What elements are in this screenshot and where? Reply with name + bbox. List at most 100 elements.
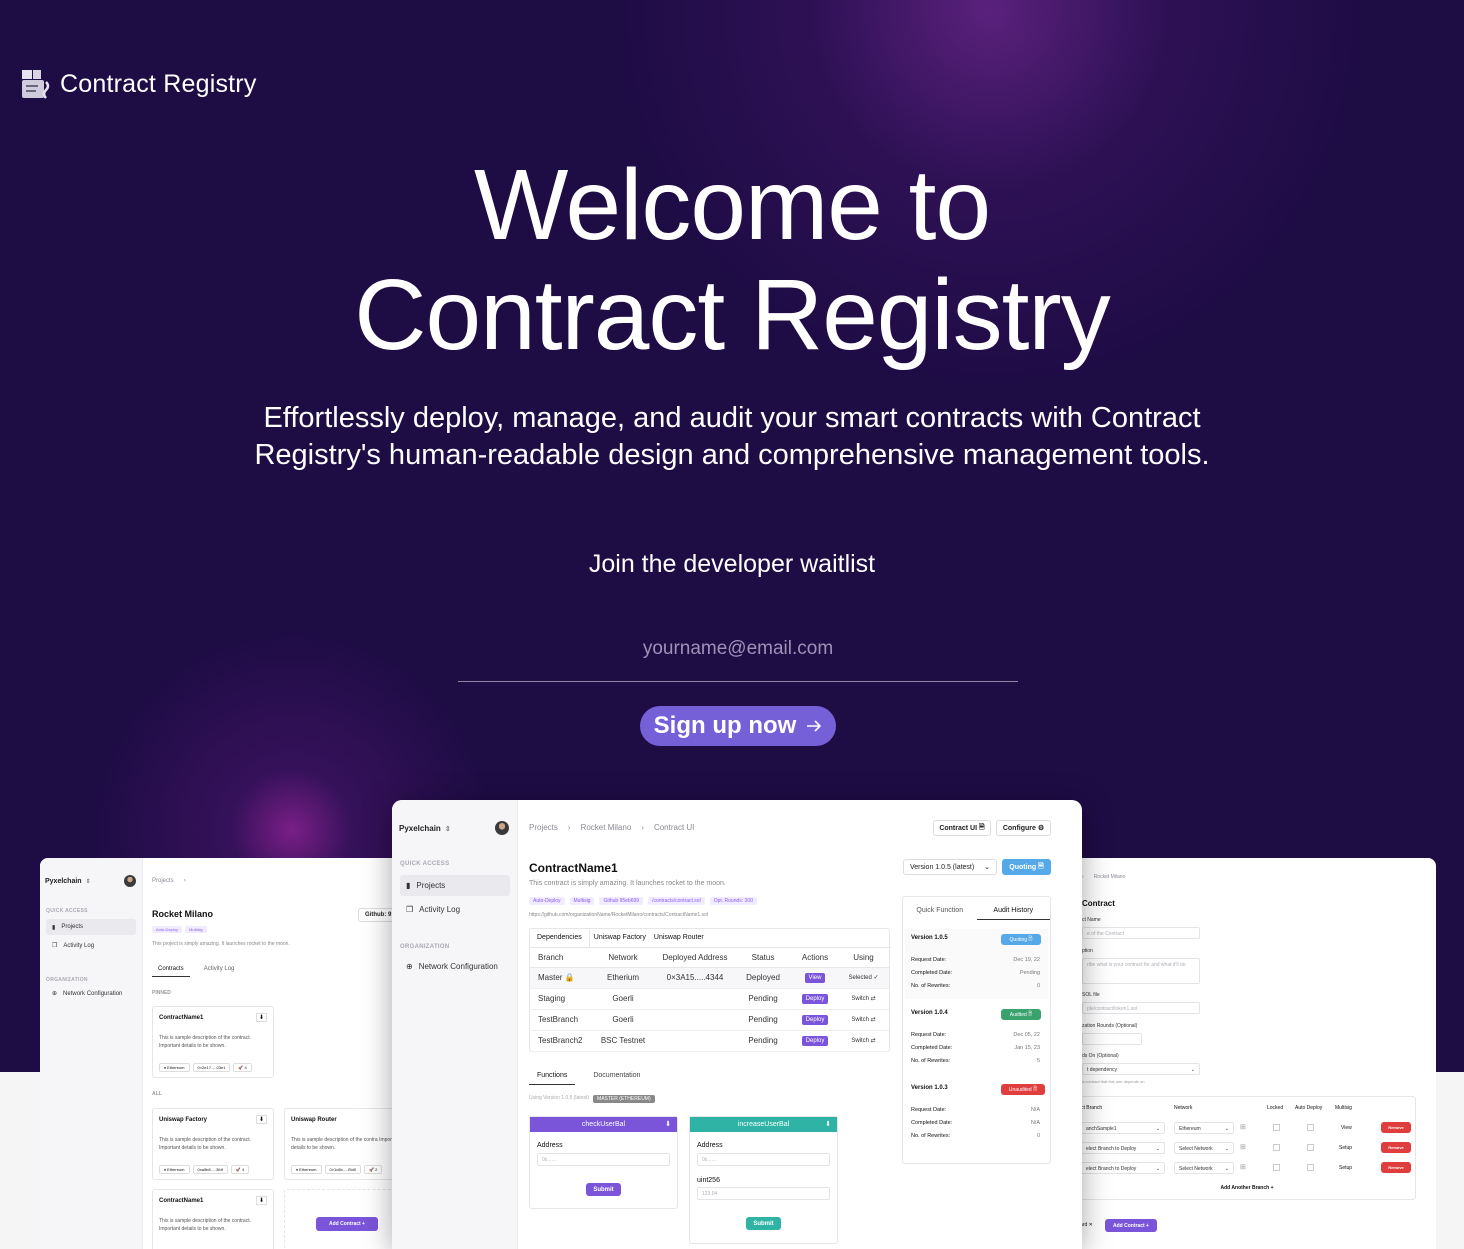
avatar[interactable] [124,875,136,887]
auto-deploy-checkbox[interactable] [1307,1124,1314,1131]
locked-checkbox[interactable] [1273,1164,1280,1171]
table-row[interactable]: TestBranch2 BSC Testnet Pending Deploy S… [530,1030,889,1052]
breadcrumb-project[interactable]: Rocket Milano [581,823,632,832]
view-link[interactable]: View [1341,1125,1352,1131]
brand[interactable]: Contract Registry [20,68,257,100]
quick-access-heading: QUICK ACCESS [46,908,88,914]
repo-url[interactable]: https://github.com/organizationName/Rock… [529,912,708,918]
name-label: ct Name [1082,917,1101,923]
breadcrumb-projects[interactable]: Projects [152,878,174,884]
breadcrumb-projects[interactable]: Projects [529,823,558,832]
switch-link[interactable]: Switch ⇄ [838,1030,889,1052]
col-status: Status [734,949,792,968]
contract-card[interactable]: Uniswap Router This is sample descriptio… [284,1108,400,1180]
branch-select[interactable]: elect Branch to Deploy ⌄ [1081,1142,1165,1154]
table-row[interactable]: Staging Goerli Pending Deploy Switch ⇄ [530,988,889,1010]
tab-contracts[interactable]: Contracts [152,966,190,977]
sidebar-item-projects[interactable]: ▮ Projects [400,875,510,896]
version-entry[interactable]: Version 1.0.3 Unaudited 🗎 Request Date: … [905,1079,1048,1149]
branch-select[interactable]: elect Branch to Deploy ⌄ [1081,1162,1165,1174]
contract-card[interactable]: ContractName1 ⬇ This is sample descripti… [152,1006,274,1078]
depends-label: ds On (Optional) [1082,1053,1119,1059]
name-input[interactable]: e of the Contract [1082,927,1200,939]
view-button[interactable]: View [804,973,826,983]
remove-button[interactable]: Remove [1381,1122,1411,1133]
depends-select[interactable]: t dependency ⌄ [1082,1063,1200,1075]
submit-button[interactable]: Submit [586,1183,621,1196]
org-switcher[interactable]: Pyxelchain ⇕ [45,878,91,885]
add-branch-button[interactable]: Add Another Branch + [1079,1185,1415,1191]
tab-dependencies[interactable]: Dependencies [530,929,590,947]
chevron-right-icon: › [567,823,571,832]
deploy-button[interactable]: Deploy [801,1015,829,1025]
contract-ui-button[interactable]: Contract UI 🗎 [933,820,991,836]
locked-checkbox[interactable] [1273,1144,1280,1151]
sidebar-item-network-configuration[interactable]: ⊕ Network Configuration [46,990,122,998]
tab-quick-function[interactable]: Quick Function [903,907,977,920]
tab-activity-log[interactable]: Activity Log [204,966,235,977]
uint-input[interactable]: 123.04 [697,1187,830,1200]
version-select[interactable]: Version 1.0.5 (latest) ⌄ [903,859,997,875]
network-select[interactable]: Ethereum ⌄ [1174,1122,1234,1134]
pin-icon[interactable]: ⬇ [255,1013,267,1022]
audit-history-panel: Quick Function Audit History Version 1.0… [902,896,1051,1164]
quoting-button[interactable]: Quoting 🗎 [1002,859,1051,875]
pin-icon[interactable]: ⬇ [255,1115,267,1124]
org-name: Pyxelchain [399,824,441,833]
add-contract-card: Add Contract + [284,1189,400,1249]
breadcrumb-project[interactable]: Rocket Milano [1094,874,1126,880]
auto-deploy-checkbox[interactable] [1307,1164,1314,1171]
switch-link[interactable]: Switch ⇄ [838,988,889,1010]
table-row[interactable]: Master 🔒 Etherium 0×3A15.....4344 Deploy… [530,967,889,989]
deploy-button[interactable]: Deploy [801,994,829,1004]
address-label: Address [537,1142,563,1149]
submit-button[interactable]: Submit [746,1217,781,1230]
sidebar-item-activity-log[interactable]: ❐ Activity Log [400,905,460,914]
tab-uniswap-factory[interactable]: Uniswap Factory [590,929,650,947]
tab-functions[interactable]: Functions [529,1072,576,1085]
sidebar-item-network-configuration[interactable]: ⊕ Network Configuration [400,962,498,971]
description-input[interactable]: ribe what is your contract for and what … [1082,958,1200,984]
org-switcher[interactable]: Pyxelchain ⇕ [399,824,451,833]
setup-link[interactable]: Setup [1339,1145,1352,1151]
add-contract-button[interactable]: Add Contract + [1105,1219,1157,1232]
github-link[interactable]: Github 95eb699 [599,897,644,905]
network-select[interactable]: Select Network ⌄ [1174,1162,1234,1174]
auto-deploy-checkbox[interactable] [1307,1144,1314,1151]
remove-button[interactable]: Remove [1381,1162,1411,1173]
avatar[interactable] [495,821,509,835]
tab-uniswap-router[interactable]: Uniswap Router [650,929,708,947]
network-select[interactable]: Select Network ⌄ [1174,1142,1234,1154]
plus-icon[interactable]: ⊞ [1240,1143,1246,1151]
setup-link[interactable]: Setup [1339,1165,1352,1171]
sidebar-item-activity-log[interactable]: ❐ Activity Log [46,942,94,950]
add-contract-button[interactable]: Add Contract + [316,1217,378,1231]
configure-button[interactable]: Configure ⚙ [996,820,1051,836]
address-input[interactable]: 0x....... [697,1153,830,1166]
rounds-input[interactable] [1082,1033,1142,1045]
sol-file-input[interactable]: ple/contract/token1.sol [1082,1002,1200,1014]
status: Pending [734,1009,792,1031]
deploy-button[interactable]: Deploy [801,1036,829,1046]
contract-card[interactable]: ContractName1 ⬇ This is sample descripti… [152,1189,274,1249]
remove-button[interactable]: Remove [1381,1142,1411,1153]
plus-icon[interactable]: ⊞ [1240,1123,1246,1131]
version-entry[interactable]: Version 1.0.5 Quoting 🗎 Request Date: De… [905,929,1048,999]
switch-link[interactable]: Switch ⇄ [838,1009,889,1031]
plus-icon[interactable]: ⊞ [1240,1163,1246,1171]
pin-icon[interactable]: ⬇ [255,1196,267,1205]
project-name: Rocket Milano [152,909,214,919]
address-input[interactable]: 0x....... [537,1153,670,1166]
signup-button[interactable]: Sign up now [640,706,836,746]
version-entry[interactable]: Version 1.0.4 Audited 🗎 Request Date: De… [905,1004,1048,1074]
locked-checkbox[interactable] [1273,1124,1280,1131]
branch-name: Staging [530,988,590,1010]
contract-card[interactable]: Uniswap Factory ⬇ This is sample descrip… [152,1108,274,1180]
table-row[interactable]: TestBranch Goerli Pending Deploy Switch … [530,1009,889,1031]
tab-audit-history[interactable]: Audit History [976,907,1050,920]
tab-documentation[interactable]: Documentation [593,1072,640,1085]
hero-title-line1: Welcome to [473,149,991,261]
sidebar-item-projects[interactable]: ▮ Projects [46,919,136,935]
branch-select[interactable]: anchSample1 ⌄ [1081,1122,1165,1134]
email-input[interactable] [458,616,1018,682]
